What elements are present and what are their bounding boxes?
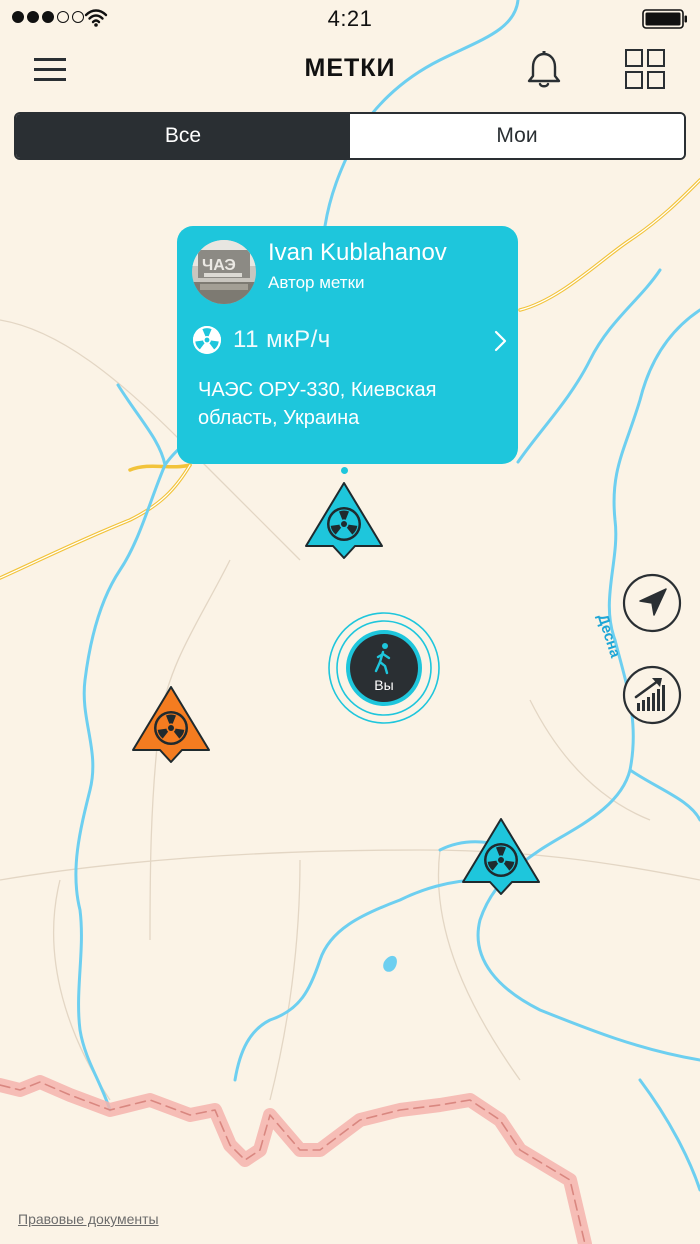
author-name: Ivan Kublahanov <box>268 239 447 266</box>
battery-icon <box>642 9 687 29</box>
radiation-reading: 11 мкР/ч <box>233 326 331 353</box>
author-avatar: ЧАЭ <box>192 240 256 304</box>
radiation-marker-orange[interactable] <box>130 684 212 766</box>
author-role: Автор метки <box>268 273 365 292</box>
grid-icon[interactable] <box>624 48 666 90</box>
tab-mine[interactable]: Мои <box>350 114 684 158</box>
user-location-rings <box>328 612 440 724</box>
status-clock: 4:21 <box>327 6 373 31</box>
user-location-marker[interactable]: Вы <box>327 611 441 725</box>
marker-info-popup[interactable]: ЧАЭ Ivan Kublahanov Автор метки 11 мкР/ч… <box>177 226 518 464</box>
rising-chart-icon[interactable] <box>622 665 682 725</box>
nav-bar: МЕТКИ <box>0 36 700 104</box>
bell-icon[interactable] <box>526 50 562 90</box>
marker-address: ЧАЭС ОРУ-330, Киевская область, Украина <box>198 379 437 429</box>
radiation-marker-cyan[interactable] <box>460 816 542 898</box>
tab-all[interactable]: Все <box>16 114 350 158</box>
chevron-right-icon <box>494 330 507 352</box>
navigation-arrow-icon[interactable] <box>622 573 682 633</box>
filter-segmented-control: Все Мои <box>14 112 686 160</box>
status-bar: 4:21 <box>0 0 700 36</box>
radiation-icon <box>484 843 518 877</box>
radiation-icon <box>327 507 361 541</box>
page-title: МЕТКИ <box>304 54 396 82</box>
radiation-icon <box>154 711 188 745</box>
radiation-marker-cyan[interactable] <box>303 480 385 562</box>
legal-documents-link[interactable]: Правовые документы <box>18 1211 159 1227</box>
user-location-label: Вы <box>374 677 394 693</box>
svg-text:ЧАЭ: ЧАЭ <box>202 257 236 274</box>
radiation-icon <box>193 326 221 354</box>
popup-anchor-dot <box>341 467 348 474</box>
